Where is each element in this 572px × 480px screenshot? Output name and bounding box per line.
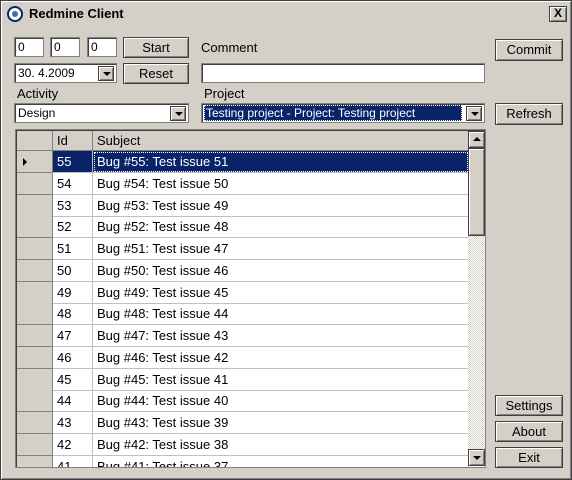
project-dropdown-icon[interactable] (466, 106, 482, 121)
issue-subject-cell[interactable]: Bug #49: Test issue 45 (93, 282, 469, 304)
issue-subject-cell[interactable]: Bug #47: Test issue 43 (93, 325, 469, 347)
issue-id-cell[interactable]: 47 (53, 325, 93, 347)
issues-grid[interactable]: Id Subject 55 Bug #55: Test issue 51 54 Bug… (15, 129, 486, 468)
hours-field[interactable]: 0 (14, 37, 44, 57)
row-header[interactable] (17, 369, 53, 391)
issue-subject-cell[interactable]: Bug #48: Test issue 44 (93, 303, 469, 325)
issue-subject-cell[interactable]: Bug #44: Test issue 40 (93, 390, 469, 412)
activity-dropdown-icon[interactable] (170, 106, 186, 121)
row-header[interactable] (17, 325, 53, 347)
app-icon (7, 6, 23, 22)
date-dropdown-icon[interactable] (98, 66, 114, 81)
exit-button[interactable]: Exit (495, 447, 563, 468)
issue-id-cell[interactable]: 43 (53, 412, 93, 434)
table-row[interactable]: 50 Bug #50: Test issue 46 (17, 260, 469, 282)
row-header[interactable] (17, 238, 53, 260)
activity-value: Design (18, 106, 56, 120)
table-row[interactable]: 47 Bug #47: Test issue 43 (17, 325, 469, 347)
issue-subject-cell[interactable]: Bug #51: Test issue 47 (93, 238, 469, 260)
issue-subject-cell[interactable]: Bug #43: Test issue 39 (93, 412, 469, 434)
issue-subject-cell[interactable]: Bug #54: Test issue 50 (93, 173, 469, 195)
commit-button[interactable]: Commit (495, 39, 563, 61)
row-header[interactable] (17, 216, 53, 238)
issue-subject-cell[interactable]: Bug #55: Test issue 51 (93, 151, 469, 173)
issue-id-cell[interactable]: 50 (53, 260, 93, 282)
table-row[interactable]: 54 Bug #54: Test issue 50 (17, 173, 469, 195)
table-row[interactable]: 46 Bug #46: Test issue 42 (17, 347, 469, 369)
table-row[interactable]: 48 Bug #48: Test issue 44 (17, 303, 469, 325)
minutes-field[interactable]: 0 (50, 37, 80, 57)
date-picker[interactable]: 30. 4.2009 (14, 63, 117, 83)
row-header[interactable] (17, 282, 53, 304)
table-row[interactable]: 45 Bug #45: Test issue 41 (17, 369, 469, 391)
row-header[interactable] (17, 412, 53, 434)
date-value: 30. 4.2009 (18, 66, 75, 80)
activity-select[interactable]: Design (14, 103, 189, 123)
row-header[interactable] (17, 173, 53, 195)
grid-vertical-scrollbar[interactable] (468, 131, 485, 466)
row-header[interactable] (17, 347, 53, 369)
row-header[interactable] (17, 151, 53, 173)
table-row[interactable]: 43 Bug #43: Test issue 39 (17, 412, 469, 434)
issue-id-cell[interactable]: 54 (53, 173, 93, 195)
row-header[interactable] (17, 303, 53, 325)
about-button[interactable]: About (495, 421, 563, 442)
issue-id-cell[interactable]: 46 (53, 347, 93, 369)
issue-subject-cell[interactable]: Bug #52: Test issue 48 (93, 216, 469, 238)
issue-id-cell[interactable]: 49 (53, 282, 93, 304)
start-button[interactable]: Start (123, 37, 189, 58)
table-row[interactable]: 49 Bug #49: Test issue 45 (17, 282, 469, 304)
table-row[interactable]: 41 Bug #41: Test issue 37 (17, 456, 469, 467)
issue-id-cell[interactable]: 44 (53, 390, 93, 412)
issue-id-cell[interactable]: 55 (53, 151, 93, 173)
table-row[interactable]: 53 Bug #53: Test issue 49 (17, 195, 469, 217)
close-button[interactable]: X (549, 6, 567, 22)
issue-id-cell[interactable]: 45 (53, 369, 93, 391)
seconds-field[interactable]: 0 (87, 37, 117, 57)
table-row[interactable]: 44 Bug #44: Test issue 40 (17, 390, 469, 412)
issue-subject-cell[interactable]: Bug #45: Test issue 41 (93, 369, 469, 391)
table-row[interactable]: 52 Bug #52: Test issue 48 (17, 216, 469, 238)
table-row[interactable]: 51 Bug #51: Test issue 47 (17, 238, 469, 260)
table-row[interactable]: 55 Bug #55: Test issue 51 (17, 151, 469, 173)
issue-id-cell[interactable]: 48 (53, 303, 93, 325)
issue-subject-cell[interactable]: Bug #41: Test issue 37 (93, 456, 469, 467)
current-row-arrow-icon (23, 158, 27, 166)
issue-subject-cell[interactable]: Bug #53: Test issue 49 (93, 195, 469, 217)
issue-id-cell[interactable]: 42 (53, 434, 93, 456)
redmine-client-window: Redmine Client X 0 0 0 Start 30. 4.2009 … (0, 0, 572, 480)
title-bar[interactable]: Redmine Client X (3, 3, 569, 25)
column-header-id[interactable]: Id (53, 131, 93, 151)
window-title: Redmine Client (29, 6, 124, 21)
issue-subject-cell[interactable]: Bug #46: Test issue 42 (93, 347, 469, 369)
project-select[interactable]: Testing project - Project: Testing proje… (201, 103, 485, 123)
scroll-down-icon[interactable] (468, 449, 485, 466)
comment-label: Comment (201, 40, 258, 55)
reset-button[interactable]: Reset (123, 63, 189, 84)
row-header[interactable] (17, 195, 53, 217)
grid-header: Id Subject (17, 131, 469, 151)
scroll-thumb[interactable] (468, 148, 485, 236)
comment-input[interactable] (201, 63, 485, 83)
table-row[interactable]: 42 Bug #42: Test issue 38 (17, 434, 469, 456)
row-header[interactable] (17, 390, 53, 412)
issue-id-cell[interactable]: 51 (53, 238, 93, 260)
scroll-up-icon[interactable] (468, 131, 485, 148)
project-label: Project (204, 86, 245, 101)
row-header[interactable] (17, 456, 53, 467)
issue-id-cell[interactable]: 53 (53, 195, 93, 217)
row-header[interactable] (17, 434, 53, 456)
issue-id-cell[interactable]: 52 (53, 216, 93, 238)
settings-button[interactable]: Settings (495, 395, 563, 416)
row-header-corner (17, 131, 53, 151)
issue-id-cell[interactable]: 41 (53, 456, 93, 467)
issue-subject-cell[interactable]: Bug #50: Test issue 46 (93, 260, 469, 282)
activity-label: Activity (17, 86, 59, 101)
project-value: Testing project - Project: Testing proje… (204, 105, 462, 121)
column-header-subject[interactable]: Subject (93, 131, 469, 151)
refresh-button[interactable]: Refresh (495, 103, 563, 125)
issue-subject-cell[interactable]: Bug #42: Test issue 38 (93, 434, 469, 456)
row-header[interactable] (17, 260, 53, 282)
